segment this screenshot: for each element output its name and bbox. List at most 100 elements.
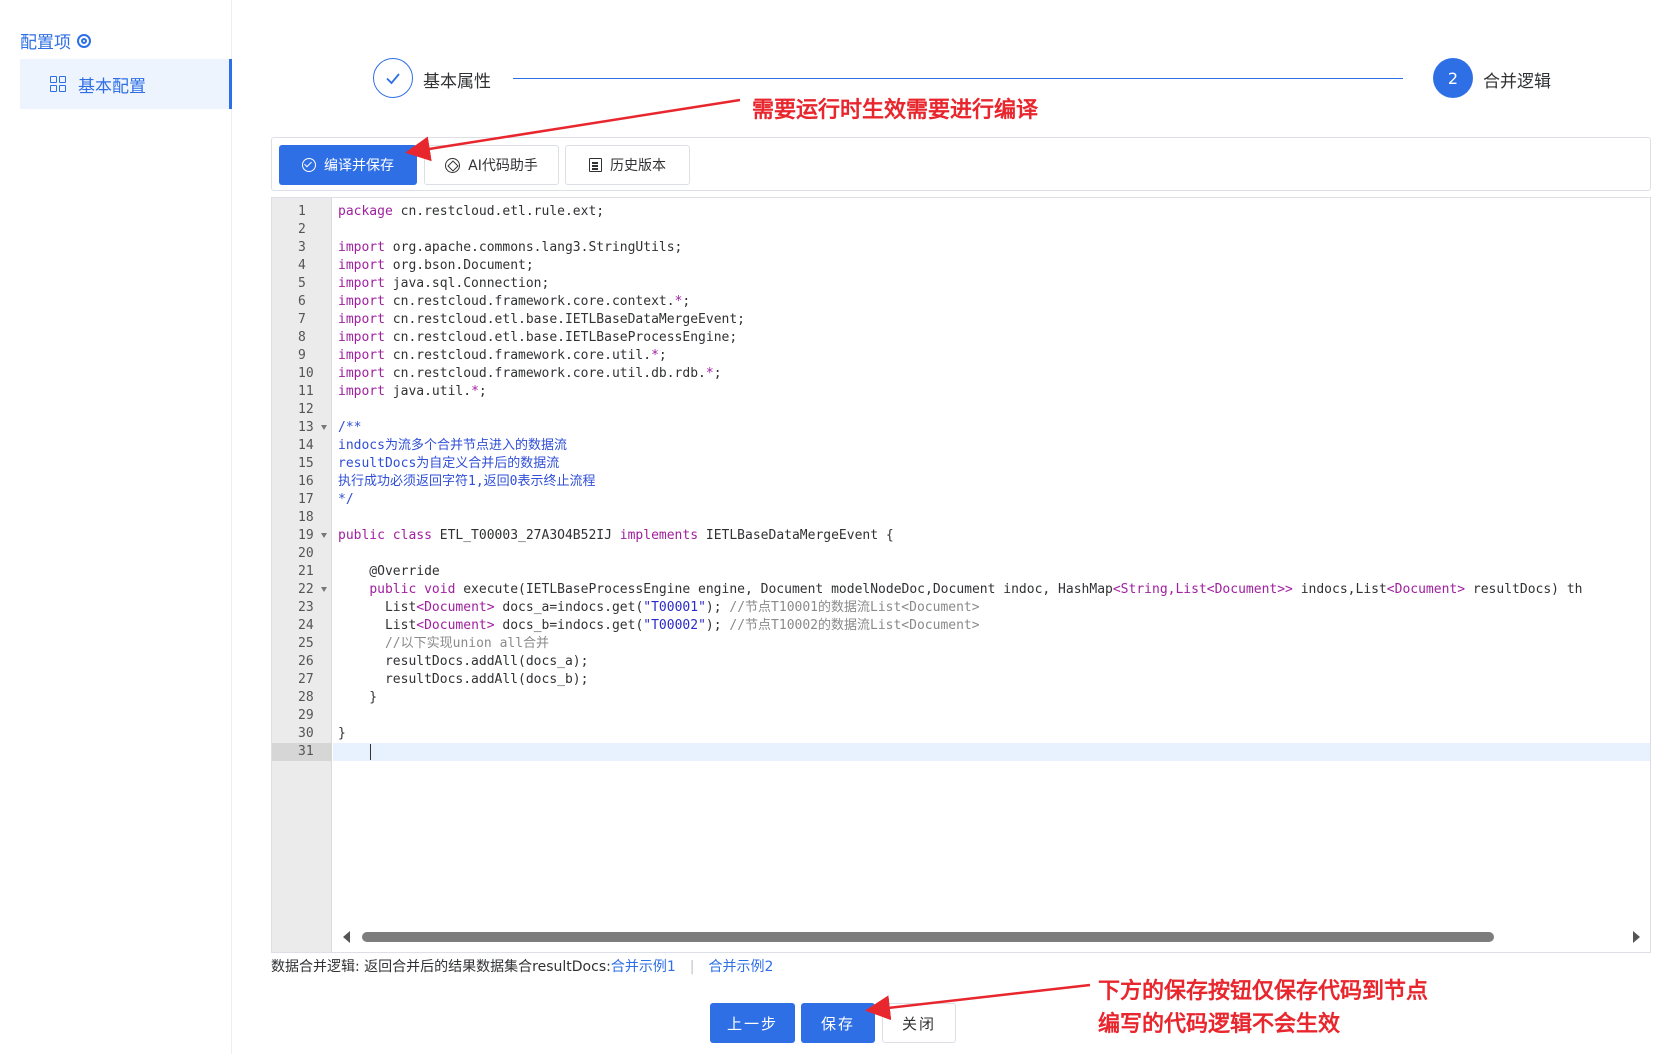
code-line: package cn.restcloud.etl.rule.ext;: [338, 203, 604, 221]
code-line: */: [338, 491, 354, 509]
code-token: public void: [369, 582, 456, 597]
code-token: "T00001": [643, 600, 706, 615]
ai-assistant-label: AI代码助手: [468, 158, 538, 174]
ai-icon: [445, 157, 461, 173]
fold-arrow-icon[interactable]: [321, 533, 327, 538]
check-circle-icon: [302, 158, 316, 172]
code-token: );: [705, 618, 730, 633]
code-line: List<Document> docs_a=indocs.get("T00001…: [338, 599, 980, 617]
annotation-compile-note: 需要运行时生效需要进行编译: [752, 98, 1039, 123]
compile-save-button[interactable]: 编译并保存: [279, 145, 417, 185]
line-number: 27: [298, 672, 314, 687]
code-line: }: [338, 689, 377, 707]
sidebar-item-basic-config[interactable]: 基本配置: [20, 59, 232, 109]
code-token: import: [338, 348, 385, 363]
line-number: 28: [298, 690, 314, 705]
history-label: 历史版本: [610, 158, 666, 174]
code-line: resultDocs为自定义合并后的数据流: [338, 455, 559, 473]
scrollbar-thumb[interactable]: [362, 932, 1494, 942]
example1-link[interactable]: 合并示例1: [611, 959, 676, 975]
code-line: import cn.restcloud.framework.core.util.…: [338, 347, 667, 365]
line-number: 3: [298, 240, 306, 255]
code-token: *: [471, 384, 479, 399]
code-token: cn.restcloud.etl.base.IETLBaseDataMergeE…: [384, 312, 745, 327]
code-token: execute(IETLBaseProcessEngine engine, Do…: [455, 582, 1113, 597]
step1-label: 基本属性: [423, 72, 491, 92]
scroll-right-icon[interactable]: [1633, 931, 1640, 943]
annotation-save-line1: 下方的保存按钮仅保存代码到节点: [1098, 979, 1429, 1004]
line-number: 4: [298, 258, 306, 273]
compile-save-label: 编译并保存: [324, 158, 394, 174]
code-token: */: [338, 492, 354, 507]
code-token: ETL_T00003_27A3O4B52IJ: [431, 528, 620, 543]
horizontal-scrollbar[interactable]: [333, 928, 1650, 944]
code-token: org.bson.Document;: [384, 258, 534, 273]
save-button[interactable]: 保存: [801, 1003, 875, 1043]
code-line: import java.util.*;: [338, 383, 487, 401]
code-token: );: [705, 600, 730, 615]
code-token: import: [338, 366, 385, 381]
code-line: resultDocs.addAll(docs_b);: [338, 671, 589, 689]
line-number: 13: [272, 419, 332, 437]
annotation-save-note: 下方的保存按钮仅保存代码到节点 编写的代码逻辑不会生效: [1098, 975, 1428, 1041]
line-number: 6: [298, 294, 306, 309]
code-token: cn.restcloud.etl.base.IETLBaseProcessEng…: [384, 330, 738, 345]
code-token: docs_b=indocs.get(: [494, 618, 644, 633]
code-token: cn.restcloud.framework.core.context.: [384, 294, 675, 309]
code-editor[interactable]: 1 2 3 4 5 6 7 8 9 10 11 12 13 14 15 16 17 18 19 20 21 22 23 24 2…: [271, 197, 1651, 953]
history-button[interactable]: 历史版本: [565, 145, 690, 185]
code-token: "T00002": [643, 618, 706, 633]
code-token: package: [338, 204, 393, 219]
history-icon: [589, 158, 602, 172]
code-token: <Document>: [416, 618, 495, 633]
code-token: *: [651, 348, 659, 363]
code-line: import org.apache.commons.lang3.StringUt…: [338, 239, 682, 257]
annotation-save-line2: 编写的代码逻辑不会生效: [1098, 1012, 1341, 1037]
line-number: 11: [298, 384, 314, 399]
ai-assistant-button[interactable]: AI代码助手: [424, 145, 559, 185]
code-line: public void execute(IETLBaseProcessEngin…: [338, 581, 1582, 599]
code-token: //节点T10001的数据流List<Document>: [729, 600, 980, 615]
active-line-highlight: [333, 743, 1650, 761]
code-token: resultDocs.addAll(docs_a);: [338, 654, 589, 669]
code-token: List: [338, 600, 417, 615]
code-token: import: [338, 240, 385, 255]
code-line: import cn.restcloud.etl.base.IETLBasePro…: [338, 329, 737, 347]
close-button[interactable]: 关闭: [882, 1003, 956, 1043]
fold-arrow-icon[interactable]: [321, 587, 327, 592]
code-token: import: [338, 330, 385, 345]
line-number: 17: [298, 492, 314, 507]
description-text: 数据合并逻辑: 返回合并后的结果数据集合resultDocs:: [271, 959, 611, 975]
line-number: 12: [298, 402, 314, 417]
code-token: }: [338, 690, 378, 705]
merge-description: 数据合并逻辑: 返回合并后的结果数据集合resultDocs:合并示例1 | 合并示…: [271, 956, 773, 976]
line-number: 24: [298, 618, 314, 633]
line-number: 23: [298, 600, 314, 615]
code-token: import: [338, 294, 385, 309]
code-line: import cn.restcloud.framework.core.util.…: [338, 365, 722, 383]
line-number: 14: [298, 438, 314, 453]
code-line: import cn.restcloud.framework.core.conte…: [338, 293, 690, 311]
example2-link[interactable]: 合并示例2: [708, 959, 773, 975]
code-line: //以下实现union all合并: [338, 635, 549, 653]
code-line: import java.sql.Connection;: [338, 275, 549, 293]
code-token: <Document>: [416, 600, 495, 615]
line-number: 16: [298, 474, 314, 489]
sidebar: 配置项 基本配置: [0, 0, 232, 1054]
fold-arrow-icon[interactable]: [321, 425, 327, 430]
code-token: 执行成功必须返回字符1,返回0表示终止流程: [338, 474, 596, 489]
scroll-left-icon[interactable]: [343, 931, 350, 943]
step2-label: 合并逻辑: [1483, 72, 1551, 92]
code-token: resultDocs) th: [1465, 582, 1583, 597]
code-token: cn.restcloud.etl.rule.ext;: [392, 204, 605, 219]
line-number: 20: [298, 546, 314, 561]
target-icon: [77, 33, 91, 48]
code-token: <String,List<Document>>: [1112, 582, 1293, 597]
code-area[interactable]: package cn.restcloud.etl.rule.ext; import…: [333, 198, 1650, 952]
line-number: 10: [298, 366, 314, 381]
line-number: 21: [298, 564, 314, 579]
prev-step-button[interactable]: 上一步: [710, 1003, 795, 1043]
line-number: 18: [298, 510, 314, 525]
code-token: import: [338, 312, 385, 327]
